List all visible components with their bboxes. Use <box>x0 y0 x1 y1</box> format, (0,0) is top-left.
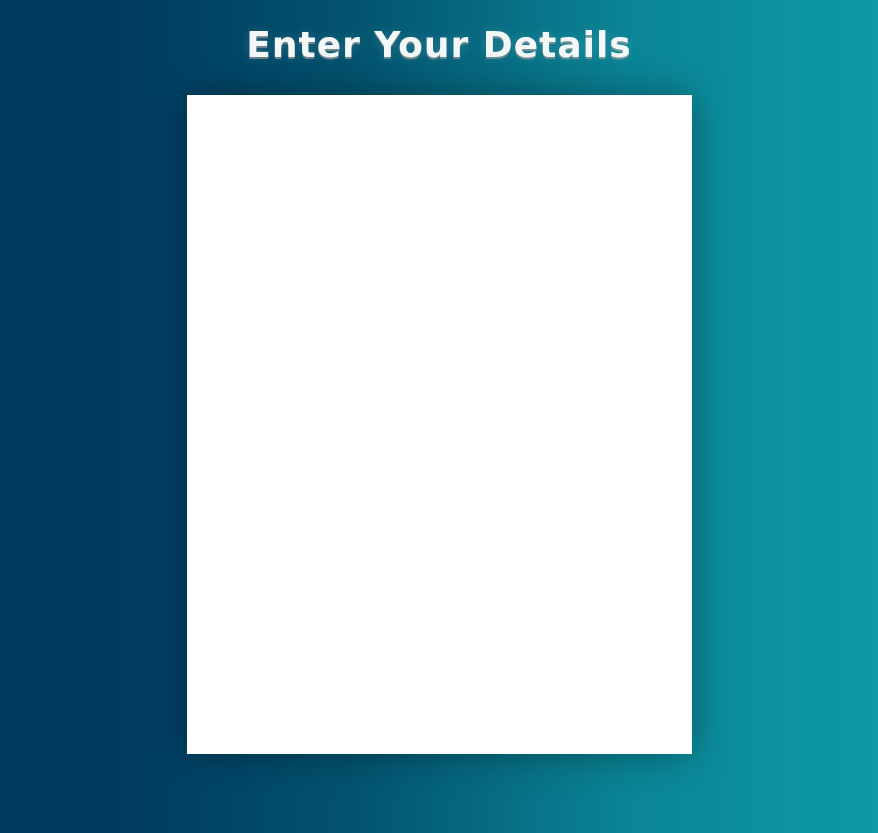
page-title: Enter Your Details <box>246 25 632 66</box>
details-form-card <box>187 95 692 754</box>
